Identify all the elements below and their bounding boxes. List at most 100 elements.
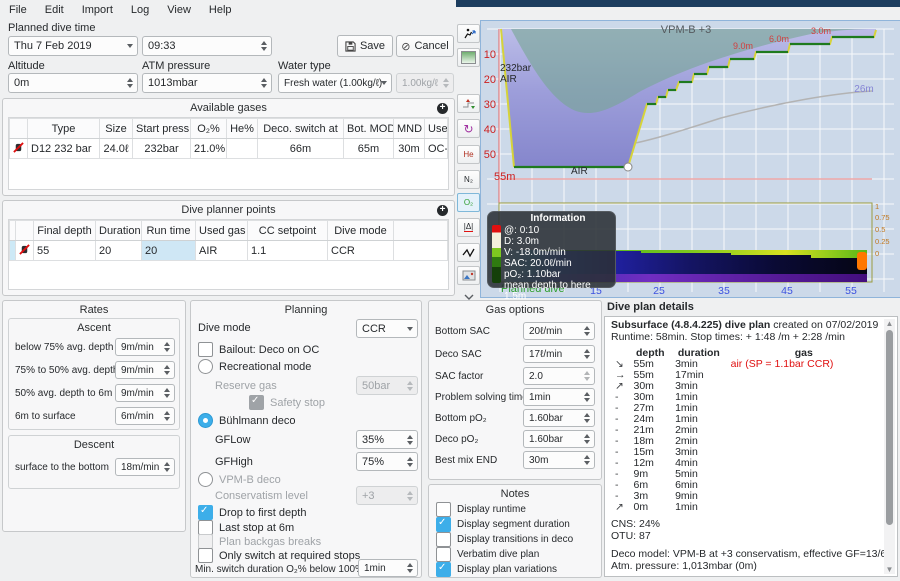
point-finaldepth[interactable]: 55 xyxy=(34,241,96,261)
profile-handle[interactable] xyxy=(624,163,632,171)
n2-graph-icon[interactable]: N₂ xyxy=(457,170,480,189)
point-runtime[interactable]: 20 xyxy=(142,241,196,261)
gases-col-he[interactable]: He% xyxy=(227,119,258,139)
gas-switch-icon[interactable] xyxy=(457,94,480,113)
gases-col-botmod[interactable]: Bot. MOD xyxy=(344,119,394,139)
setpoint-cycle-icon[interactable]: ↻ xyxy=(457,119,480,138)
gases-col-decoswitch[interactable]: Deco. switch at xyxy=(258,119,344,139)
he-graph-icon[interactable]: He xyxy=(457,145,480,164)
menu-file[interactable]: File xyxy=(0,2,36,18)
spinner-arrows-icon[interactable] xyxy=(407,563,413,573)
spinner-arrows-icon[interactable] xyxy=(164,411,170,421)
points-col-usedgas[interactable]: Used gas xyxy=(196,221,248,241)
checkbox-icon[interactable] xyxy=(198,342,213,357)
checkbox-icon[interactable] xyxy=(436,532,451,547)
gas-o2[interactable]: 21.0% xyxy=(191,139,227,159)
ascent-rate2-spinner[interactable]: 9m/min xyxy=(115,361,175,379)
scrollbar-thumb[interactable] xyxy=(886,330,893,525)
deco-po2-spinner[interactable]: 1.60bar xyxy=(523,430,595,448)
bailout-checkbox[interactable]: Bailout: Deco on OC xyxy=(198,342,319,357)
spinner-arrows-icon[interactable] xyxy=(261,41,267,51)
gas-size[interactable]: 24.0ℓ xyxy=(100,139,133,159)
gases-col-startpress[interactable]: Start press. xyxy=(133,119,191,139)
gfhigh-spinner[interactable]: 75% xyxy=(356,452,418,471)
gas-he[interactable] xyxy=(227,139,258,159)
ascent-rate1-spinner[interactable]: 9m/min xyxy=(115,338,175,356)
checkbox-icon[interactable] xyxy=(436,517,451,532)
gas-startpress[interactable]: 232bar xyxy=(133,139,191,159)
point-divemode[interactable]: CCR xyxy=(328,241,394,261)
gases-col-o2[interactable]: O₂% xyxy=(191,119,227,139)
collapse-icon[interactable] xyxy=(457,287,480,306)
checkbox-icon[interactable] xyxy=(198,520,213,535)
deco-sac-spinner[interactable]: 17ℓ/min xyxy=(523,345,595,363)
add-gas-button[interactable]: + xyxy=(437,103,448,114)
spinner-arrows-icon[interactable] xyxy=(584,434,590,444)
only-switch-checkbox[interactable]: Only switch at required stops xyxy=(198,548,360,563)
delete-point-icon[interactable] xyxy=(16,241,34,261)
points-col-divemode[interactable]: Dive mode xyxy=(328,221,394,241)
checkbox-icon[interactable] xyxy=(198,505,213,520)
point-duration[interactable]: 20 xyxy=(96,241,142,261)
spinner-arrows-icon[interactable] xyxy=(584,392,590,402)
problem-time-spinner[interactable]: 1min xyxy=(523,388,595,406)
save-button[interactable]: Save xyxy=(337,35,393,57)
o2-graph-icon[interactable]: O₂ xyxy=(457,193,480,212)
information-tooltip[interactable]: Information @: 0:10 D: 3.0m V: -18.0m/mi… xyxy=(487,211,616,288)
descent-rate-spinner[interactable]: 18m/min xyxy=(115,458,175,476)
buhlmann-radio[interactable]: Bühlmann deco xyxy=(198,413,295,428)
gases-col-size[interactable]: Size xyxy=(100,119,133,139)
display-variations-checkbox[interactable]: Display plan variations xyxy=(436,562,557,577)
tank-bar-icon[interactable]: |Δ| xyxy=(457,218,480,237)
checkbox-icon[interactable] xyxy=(436,502,451,517)
spinner-arrows-icon[interactable] xyxy=(407,457,413,467)
gas-row[interactable]: D12 232 bar 24.0ℓ 232bar 21.0% 66m 65m 3… xyxy=(10,139,448,159)
gases-col-type[interactable]: Type xyxy=(28,119,100,139)
menu-import[interactable]: Import xyxy=(73,2,122,18)
dive-mode-combo[interactable]: CCR xyxy=(356,319,418,338)
spinner-arrows-icon[interactable] xyxy=(261,78,267,88)
checkbox-icon[interactable] xyxy=(198,548,213,563)
planner-point-row[interactable]: 55 20 20 AIR 1.1 CCR xyxy=(10,241,448,261)
point-usedgas[interactable]: AIR xyxy=(196,241,248,261)
bottom-po2-spinner[interactable]: 1.60bar xyxy=(523,409,595,427)
display-transitions-checkbox[interactable]: Display transitions in deco xyxy=(436,532,573,547)
bottom-sac-spinner[interactable]: 20ℓ/min xyxy=(523,322,595,340)
gas-botmod[interactable]: 65m xyxy=(344,139,394,159)
spinner-arrows-icon[interactable] xyxy=(584,349,590,359)
sac-factor-spinner[interactable]: 2.0 xyxy=(523,367,595,385)
scroll-up-icon[interactable]: ▲ xyxy=(885,319,894,328)
plan-scrollbar[interactable]: ▲ ▼ xyxy=(884,319,895,574)
spinner-arrows-icon[interactable] xyxy=(164,365,170,375)
spinner-arrows-icon[interactable] xyxy=(164,342,170,352)
spinner-arrows-icon[interactable] xyxy=(164,462,170,472)
menu-view[interactable]: View xyxy=(158,2,200,18)
cancel-button[interactable]: ⊘ Cancel xyxy=(396,35,454,57)
spinner-arrows-icon[interactable] xyxy=(584,413,590,423)
altitude-spinner[interactable]: 0m xyxy=(8,73,138,93)
points-col-duration[interactable]: Duration xyxy=(96,221,142,241)
drop-first-depth-checkbox[interactable]: Drop to first depth xyxy=(198,505,306,520)
gas-decoswitch[interactable]: 66m xyxy=(258,139,344,159)
display-runtime-checkbox[interactable]: Display runtime xyxy=(436,502,526,517)
dive-date-combo[interactable]: Thu 7 Feb 2019 xyxy=(8,36,138,56)
runner-icon[interactable] xyxy=(457,24,480,43)
add-point-button[interactable]: + xyxy=(437,205,448,216)
photos-icon[interactable] xyxy=(457,266,480,285)
checkbox-icon[interactable] xyxy=(436,562,451,577)
points-col-runtime[interactable]: Run time xyxy=(142,221,196,241)
checkbox-icon[interactable] xyxy=(436,547,451,562)
gases-col-mnd[interactable]: MND xyxy=(394,119,425,139)
points-col-ccsetpoint[interactable]: CC setpoint xyxy=(248,221,328,241)
spinner-arrows-icon[interactable] xyxy=(407,435,413,445)
spinner-arrows-icon[interactable] xyxy=(584,326,590,336)
heart-rate-icon[interactable] xyxy=(457,243,480,262)
min-switch-spinner[interactable]: 1min xyxy=(358,559,418,577)
radio-icon[interactable] xyxy=(198,472,213,487)
scroll-down-icon[interactable]: ▼ xyxy=(885,565,894,574)
gflow-spinner[interactable]: 35% xyxy=(356,430,418,449)
ceiling-shade-icon[interactable] xyxy=(457,48,480,67)
menu-log[interactable]: Log xyxy=(122,2,158,18)
point-ccsetpoint[interactable]: 1.1 xyxy=(248,241,328,261)
ascent-rate3-spinner[interactable]: 9m/min xyxy=(115,384,175,402)
